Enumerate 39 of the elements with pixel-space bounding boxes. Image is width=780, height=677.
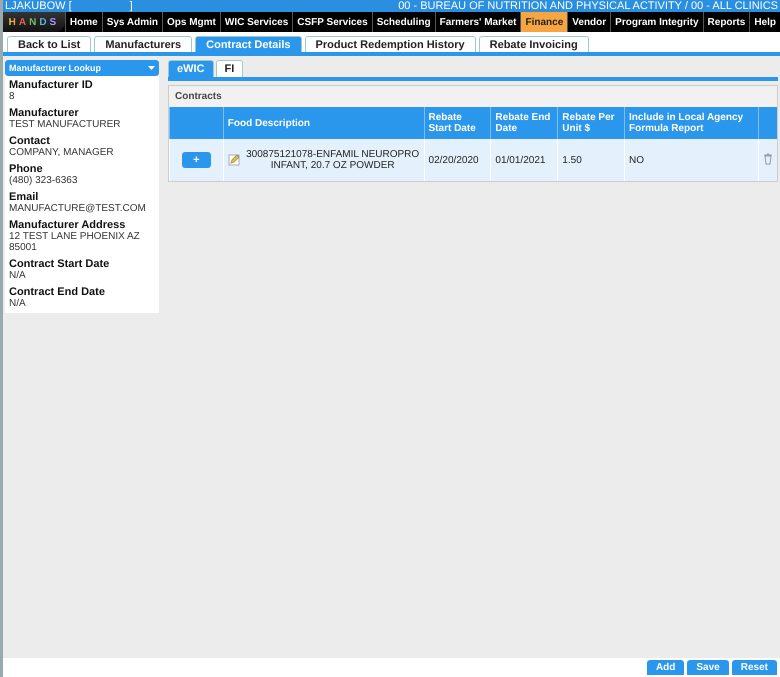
field-label: Phone [9,163,44,175]
field-label: Contract End Date [9,286,106,298]
column-header: Rebate End Date [490,107,558,139]
field-label: Email [9,191,40,203]
field-value: (480) 323-6363 [9,175,78,186]
field-label: Manufacturer [9,107,80,119]
table-cell: 1.50 [558,139,624,181]
field-label: Manufacturer ID [9,79,94,91]
tab[interactable]: Manufacturers [94,36,192,52]
caret-icon [148,66,155,70]
trash-icon[interactable] [763,152,773,164]
tab[interactable]: FI [216,60,244,77]
table-cell: 02/20/2020 [424,139,491,181]
field-value: TEST MANUFACTURER [9,119,122,130]
menu-item[interactable]: Finance [520,12,568,32]
user-bracket: ] [130,0,133,12]
tab[interactable]: Rebate Invoicing [478,36,589,52]
field-value: N/A [9,270,27,281]
column-header: Food Description [223,107,424,139]
column-header: Include in Local Agency Formula Report [624,107,758,139]
field-value: MANUFACTURE@TEST.COM [9,203,147,214]
field-value: N/A [9,298,27,309]
field-value: 12 TEST LANE PHOENIX AZ 85001 [9,231,141,253]
field-label: Contract Start Date [9,258,110,270]
user-name: LJAKUBOW [ [5,0,72,12]
column-header: Rebate Per Unit $ [558,107,624,139]
table-cell: NO [624,139,758,181]
table-cell: 01/01/2021 [490,139,558,181]
tab[interactable]: Product Redemption History [304,36,476,52]
field-label: Contact [9,135,51,147]
agency-title: 00 - BUREAU OF NUTRITION AND PHYSICAL ACTIVITY / 00 - ALL CLINICS [398,0,778,12]
field-value: COMPANY, MANAGER [9,147,115,158]
edit-icon[interactable] [228,154,240,166]
column-header: Rebate Start Date [424,107,491,139]
panel-title: Contracts [174,90,223,104]
tab[interactable]: Back to List [7,36,92,52]
food-description: 300875121078-ENFAMIL NEUROPRO INFANT, 20.7 OZ POWDER [246,149,420,171]
field-label: Manufacturer Address [9,219,126,231]
field-value: 8 [9,91,16,102]
